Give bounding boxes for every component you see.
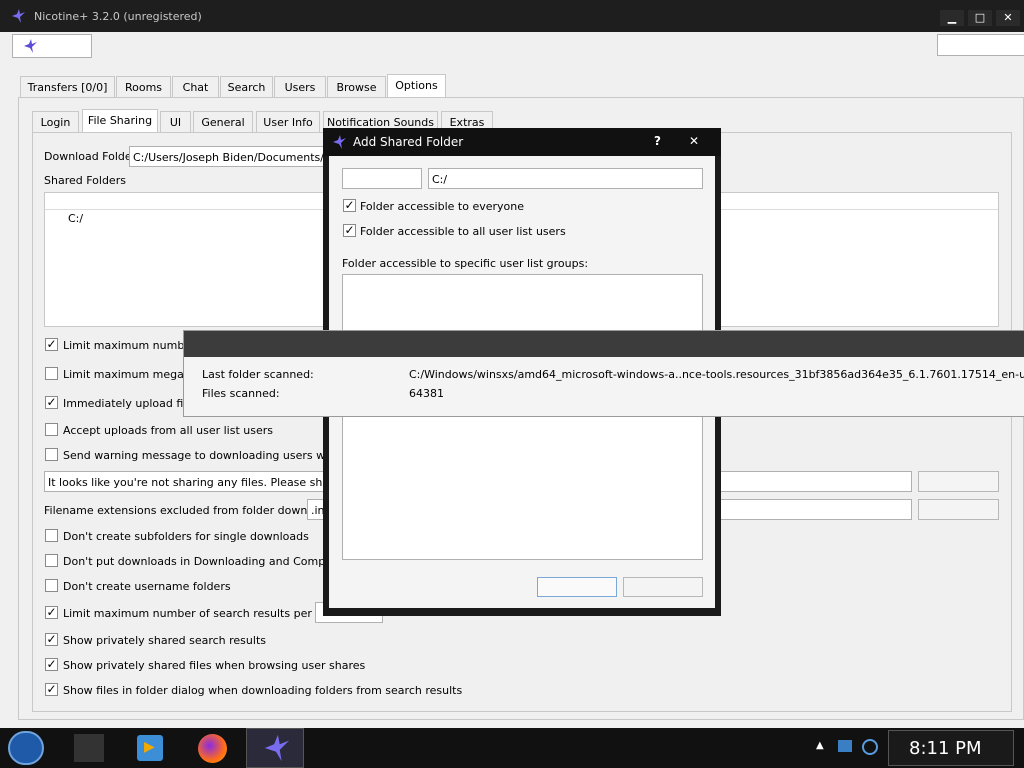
checkbox-checks-3[interactable] [45,423,58,436]
scan-title-bar [184,331,1024,357]
last-folder-value: C:/Windows/winsxs/amd64_microsoft-window… [409,368,1024,381]
files-scanned-label: Files scanned: [202,387,280,400]
update-icon[interactable] [862,739,878,755]
download-folder-value: C:/Users/Joseph Biden/Documents/Soul [133,151,329,164]
subtab-user-info[interactable]: User Info [256,111,320,133]
all-users-label: Folder accessible to all user list users [360,225,566,238]
tab-rooms[interactable]: Rooms [116,76,171,98]
all-users-checkbox[interactable]: ✓ [343,224,356,237]
subtab-file-sharing[interactable]: File Sharing [82,109,158,133]
files-scanned-value: 64381 [409,387,444,400]
warning-message-value: It looks like you're not sharing any fil… [48,476,367,489]
warning-reset-button[interactable] [918,471,999,492]
app-logo-icon [21,38,39,57]
title-bar: Nicotine+ 3.2.0 (unregistered) ▁ □ ✕ [0,0,1024,32]
media-player-taskbar-icon[interactable]: ▶ [137,735,163,761]
tab-chat[interactable]: Chat [172,76,219,98]
subtab-ui[interactable]: UI [160,111,191,133]
dialog-close-button[interactable]: ✕ [689,134,699,148]
checkbox-label-checks-4: Send warning message to downloading user… [63,449,368,462]
checkbox-checks-2[interactable]: ✓ [45,396,58,409]
subtab-general[interactable]: General [193,111,253,133]
folder-path-field[interactable]: C:/ [428,168,703,189]
checkbox-label-checks-3: Accept uploads from all user list users [63,424,273,437]
checkbox-checks2-5[interactable]: ✓ [45,658,58,671]
dialog-title-bar: Add Shared Folder ? ✕ [323,128,721,156]
checkbox-checks2-6[interactable]: ✓ [45,683,58,696]
checkbox-checks2-4[interactable]: ✓ [45,633,58,646]
everyone-label: Folder accessible to everyone [360,200,525,213]
app-bird-icon [10,8,26,27]
checkbox-label-checks2-6: Show files in folder dialog when downloa… [63,684,463,697]
maximize-button[interactable]: □ [968,10,992,26]
dialog-add-button[interactable] [537,577,617,597]
checkbox-checks2-3[interactable]: ✓ [45,606,58,619]
shared-folder-item[interactable]: C:/ [68,212,83,225]
folder-name-field[interactable] [342,168,422,189]
checkbox-label-checks2-3: Limit maximum number of search results p… [63,607,352,620]
nicotine-bird-icon [261,733,291,766]
subtab-login[interactable]: Login [32,111,79,133]
checkbox-checks-1[interactable] [45,367,58,380]
last-folder-label: Last folder scanned: [202,368,314,381]
dialog-help-button[interactable]: ? [654,134,661,148]
tab-search[interactable]: Search [220,76,273,98]
checkbox-label-checks2-0: Don't create subfolders for single downl… [63,530,309,543]
checkbox-checks-4[interactable] [45,448,58,461]
excluded-extensions-label: Filename extensions excluded from folder… [44,504,341,517]
tab-users[interactable]: Users [274,76,326,98]
checkbox-checks2-2[interactable] [45,579,58,592]
tab-transfers[interactable]: Transfers [0/0] [20,76,115,98]
checkbox-label-checks2-4: Show privately shared search results [63,634,266,647]
folder-path-value: C:/ [432,173,448,186]
groups-list[interactable] [342,274,703,560]
shared-folders-label: Shared Folders [44,174,126,187]
play-icon: ▶ [144,739,155,755]
tray-arrow-icon[interactable]: ▲ [816,740,824,751]
dialog-title: Add Shared Folder [353,135,464,149]
taskbar: ▶ ▲ 8:11 PM [0,728,1024,768]
tab-options[interactable]: Options [387,74,446,98]
minimize-button[interactable]: ▁ [940,10,964,26]
header-search-input[interactable] [937,34,1024,56]
nicotine-taskbar-button[interactable] [246,728,304,768]
checkbox-checks-0[interactable]: ✓ [45,338,58,351]
window-title: Nicotine+ 3.2.0 (unregistered) [34,10,202,23]
clock-time: 8:11 PM [909,738,982,759]
dialog-cancel-button[interactable] [623,577,703,597]
close-window-button[interactable]: ✕ [996,10,1020,26]
dialog-app-icon [331,134,347,153]
start-button[interactable] [8,731,44,765]
firefox-taskbar-icon[interactable] [198,734,227,763]
excluded-reset-button[interactable] [918,499,999,520]
network-icon[interactable] [838,740,852,752]
app-menu-button[interactable] [12,34,92,58]
checkbox-label-checks2-2: Don't create username folders [63,580,231,593]
clock-area[interactable]: 8:11 PM [888,730,1014,766]
tab-browse[interactable]: Browse [327,76,386,98]
scan-progress-window: Last folder scanned: C:/Windows/winsxs/a… [183,330,1024,417]
download-folder-label: Download Folder [44,150,137,163]
groups-label: Folder accessible to specific user list … [342,257,589,270]
everyone-checkbox[interactable]: ✓ [343,199,356,212]
download-folder-field[interactable]: C:/Users/Joseph Biden/Documents/Soul [129,146,329,167]
checkbox-checks2-0[interactable] [45,529,58,542]
checkbox-label-checks2-5: Show privately shared files when browsin… [63,659,366,672]
terminal-taskbar-icon[interactable] [74,734,104,762]
checkbox-checks2-1[interactable] [45,554,58,567]
